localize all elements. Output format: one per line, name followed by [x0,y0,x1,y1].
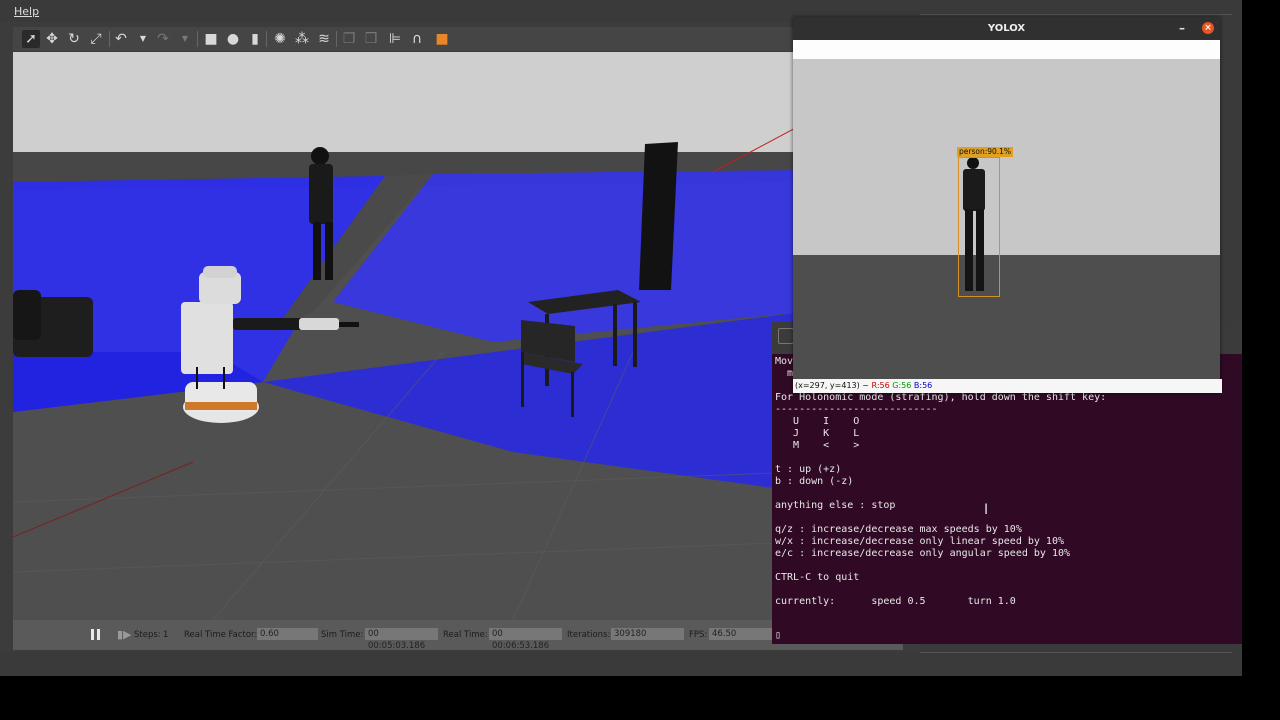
steps-value[interactable]: 1 [163,630,168,640]
terminal-cursor: ▯ [775,630,782,641]
toolbar-separator [109,31,110,47]
point-light-icon[interactable]: ✺ [271,30,289,48]
translate-icon[interactable]: ✥ [43,30,61,48]
rotate-icon[interactable]: ↻ [65,30,83,48]
cursor-coords: (x=297, y=413) ~ [795,381,869,390]
pause-button[interactable] [89,628,103,642]
undo-icon[interactable]: ↶ [112,30,130,48]
detection-label: person:90.1% [957,147,1014,157]
cylinder-shape-icon[interactable]: ▮ [246,30,264,48]
terminal-output: Mov m , . For Holonomic mode (strafing),… [775,356,1107,607]
box-shape-icon[interactable]: ■ [202,30,220,48]
toolbar-separator [197,31,198,47]
align-icon[interactable]: ⊫ [386,30,404,48]
real-time-label: Real Time: [443,630,488,640]
pixel-g: G:56 [892,381,912,390]
fps-value: 46.50 [709,628,772,640]
menu-bar: Help [0,0,920,22]
change-view-icon[interactable]: ■ [433,30,451,48]
detection-box [958,157,1000,297]
toolbar: ➚ ✥ ↻ ⤢ ↶ ▼ ↷ ▼ ■ ● ▮ ✺ ⁂ ≋ ❐ ❒ ⊫ ∩ ■ [13,27,803,51]
step-button[interactable]: ▮▶ [117,628,132,641]
3d-scene-viewport[interactable] [13,52,803,620]
iterations-label: Iterations: [567,630,611,640]
yolox-title-bar[interactable]: YOLOX – × [793,17,1220,40]
text-cursor-icon: Ι [984,502,989,518]
pixel-b: B:56 [913,381,933,390]
window-bottom-edge [0,652,920,676]
minimize-icon[interactable]: – [1179,17,1185,40]
snap-icon[interactable]: ∩ [408,30,426,48]
menu-help[interactable]: Help [14,5,39,18]
toolbar-separator [266,31,267,47]
yolox-window: YOLOX – × person:90.1% (x=297, y=413) ~ … [793,17,1222,393]
scale-icon[interactable]: ⤢ [87,30,105,48]
yolox-title: YOLOX [987,23,1026,34]
pixel-r: R:56 [871,381,890,390]
status-bar: ▮▶ Steps: 1 Real Time Factor: 0.60 Sim T… [13,620,903,651]
redo-dropdown-icon[interactable]: ▼ [176,30,194,48]
close-icon[interactable]: × [1202,22,1214,34]
sphere-shape-icon[interactable]: ● [224,30,242,48]
spot-light-icon[interactable]: ⁂ [293,30,311,48]
iterations-value: 309180 [611,628,684,640]
yolox-toolbar-area [793,40,1220,59]
sim-time-label: Sim Time: [321,630,364,640]
copy-icon[interactable]: ❐ [340,30,358,48]
fps-label: FPS: [689,630,708,640]
redo-icon[interactable]: ↷ [154,30,172,48]
detection-image[interactable]: person:90.1% [793,59,1220,379]
real-time-factor-value: 0.60 [257,628,318,640]
directional-light-icon[interactable]: ≋ [315,30,333,48]
toolbar-separator [336,31,337,47]
paste-icon[interactable]: ❒ [362,30,380,48]
real-time-value: 00 00:06:53.186 [489,628,562,651]
yolox-status-bar: (x=297, y=413) ~ R:56 G:56 B:56 [793,379,1222,393]
sim-time-value: 00 00:05:03.186 [365,628,438,651]
select-arrow-icon[interactable]: ➚ [22,30,40,48]
undo-dropdown-icon[interactable]: ▼ [134,30,152,48]
real-time-factor-label: Real Time Factor: [184,630,258,640]
steps-label: Steps: [134,630,161,640]
terminal-tab-icon[interactable] [778,328,794,344]
